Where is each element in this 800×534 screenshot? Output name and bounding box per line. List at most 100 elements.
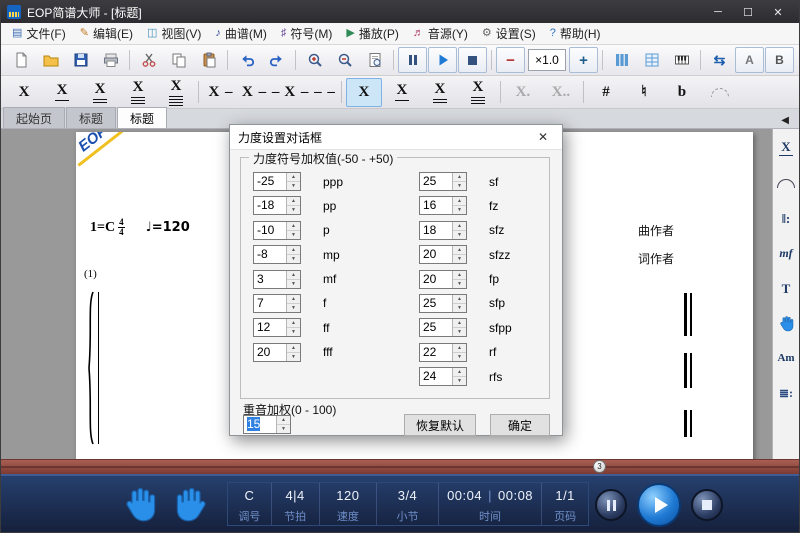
zoom-in-button[interactable] (300, 47, 329, 73)
note-symbol-button-12[interactable]: X (422, 78, 458, 107)
collapse-panel-arrow-icon[interactable]: ◀ (773, 115, 797, 128)
menu-playback[interactable]: ▶播放(P) (339, 23, 405, 44)
new-button[interactable] (6, 47, 35, 73)
spinner-f-up[interactable]: ▲ (287, 295, 300, 304)
note-symbol-button-13[interactable]: X (460, 78, 496, 107)
spinner-sf-up[interactable]: ▲ (453, 173, 466, 182)
slur-tool[interactable] (775, 172, 797, 194)
menu-symbol[interactable]: ♯符号(M) (274, 23, 340, 44)
note-symbol-button-18[interactable]: # (588, 78, 624, 107)
spinner-ff-value[interactable]: 12 (254, 319, 286, 336)
spinner-sfz-value[interactable]: 18 (420, 222, 452, 239)
column-view-button[interactable] (607, 47, 636, 73)
note-symbol-button-20[interactable]: b (664, 78, 700, 107)
accent-spinner-down[interactable]: ▼ (277, 425, 290, 433)
menu-sound-source[interactable]: ♬音源(Y) (406, 23, 475, 44)
note-symbol-button-1[interactable]: X (44, 78, 80, 107)
zoom-decrease-button[interactable]: − (496, 47, 525, 73)
menu-file[interactable]: ▤文件(F) (5, 23, 73, 44)
spinner-ppp-down[interactable]: ▼ (287, 182, 300, 190)
spinner-rf-up[interactable]: ▲ (453, 344, 466, 353)
zoom-increase-button[interactable]: + (569, 47, 598, 73)
close-button[interactable]: ✕ (763, 1, 793, 23)
note-symbol-button-0[interactable]: X (6, 78, 42, 107)
spinner-ppp-value[interactable]: -25 (254, 173, 286, 190)
spinner-fz-value[interactable]: 16 (420, 197, 452, 214)
swap-tracks-button[interactable]: ⇆ (705, 47, 734, 73)
lyrics-tool[interactable]: ≣: (775, 382, 797, 404)
spinner-mf-up[interactable]: ▲ (287, 271, 300, 280)
b-mode-button[interactable]: B (765, 47, 794, 73)
tab-2-active[interactable]: 标题 (117, 107, 167, 128)
minimize-button[interactable]: ─ (703, 1, 733, 23)
spinner-ppp-up[interactable]: ▲ (287, 173, 300, 182)
spinner-fff-value[interactable]: 20 (254, 344, 286, 361)
spinner-sfzz-down[interactable]: ▼ (453, 255, 466, 263)
spinner-mp-up[interactable]: ▲ (287, 246, 300, 255)
zoom-level-display[interactable]: ×1.0 (528, 49, 566, 71)
spinner-p-value[interactable]: -10 (254, 222, 286, 239)
pause-button[interactable] (595, 489, 627, 521)
dynamics-tool[interactable]: mf (775, 242, 797, 264)
zoom-out-button[interactable] (330, 47, 359, 73)
note-tool[interactable]: X (775, 137, 797, 159)
right-hand-toggle[interactable] (175, 485, 211, 523)
spinner-ff-up[interactable]: ▲ (287, 319, 300, 328)
spinner-mp-value[interactable]: -8 (254, 246, 286, 263)
undo-button[interactable] (232, 47, 261, 73)
note-symbol-button-2[interactable]: X (82, 78, 118, 107)
spinner-sfzz-up[interactable]: ▲ (453, 246, 466, 255)
note-symbol-button-16[interactable]: X.. (543, 78, 579, 107)
note-symbol-button-10[interactable]: X (346, 78, 382, 107)
menu-settings[interactable]: ⚙设置(S) (475, 23, 543, 44)
spinner-p-up[interactable]: ▲ (287, 222, 300, 231)
spinner-fp-value[interactable]: 20 (420, 271, 452, 288)
hand-fingering-tool[interactable] (775, 312, 797, 334)
stop-button[interactable] (691, 489, 723, 521)
spinner-sfp-value[interactable]: 25 (420, 295, 452, 312)
note-symbol-button-4[interactable]: X (158, 78, 194, 107)
redo-button[interactable] (262, 47, 291, 73)
spinner-rf-down[interactable]: ▼ (453, 353, 466, 361)
paste-button[interactable] (194, 47, 223, 73)
note-symbol-button-19[interactable]: ♮ (626, 78, 662, 107)
repeat-barline-tool[interactable]: ‖: (775, 207, 797, 229)
note-symbol-button-6[interactable]: X – (203, 78, 239, 107)
spinner-sfpp-down[interactable]: ▼ (453, 328, 466, 336)
measure-position-slider[interactable]: 3 (1, 459, 799, 474)
spinner-sfz-down[interactable]: ▼ (453, 231, 466, 239)
spinner-rfs-up[interactable]: ▲ (453, 368, 466, 377)
spinner-sfp-down[interactable]: ▼ (453, 304, 466, 312)
spinner-mf-down[interactable]: ▼ (287, 280, 300, 288)
spinner-sfz-up[interactable]: ▲ (453, 222, 466, 231)
spinner-pp-down[interactable]: ▼ (287, 206, 300, 214)
cut-button[interactable] (134, 47, 163, 73)
copy-button[interactable] (164, 47, 193, 73)
pause-button-toolbar[interactable] (398, 47, 427, 73)
spinner-rfs-value[interactable]: 24 (420, 368, 452, 385)
slider-thumb[interactable]: 3 (593, 460, 606, 473)
note-symbol-button-7[interactable]: X – – (241, 78, 281, 107)
menu-view[interactable]: ◫视图(V) (140, 23, 208, 44)
spinner-sfpp-up[interactable]: ▲ (453, 319, 466, 328)
left-hand-toggle[interactable] (121, 485, 157, 523)
ok-button[interactable]: 确定 (490, 414, 550, 436)
spinner-sfpp-value[interactable]: 25 (420, 319, 452, 336)
tab-1[interactable]: 标题 (66, 107, 116, 128)
note-symbol-button-8[interactable]: X – – – (283, 78, 337, 107)
spinner-rf-value[interactable]: 22 (420, 344, 452, 361)
save-button[interactable] (66, 47, 95, 73)
spinner-fff-up[interactable]: ▲ (287, 344, 300, 353)
a-mode-button[interactable]: A (735, 47, 764, 73)
spinner-f-value[interactable]: 7 (254, 295, 286, 312)
page-preview-button[interactable] (360, 47, 389, 73)
spinner-p-down[interactable]: ▼ (287, 231, 300, 239)
spinner-sf-value[interactable]: 25 (420, 173, 452, 190)
menu-help[interactable]: ?帮助(H) (543, 23, 608, 44)
spinner-sfp-up[interactable]: ▲ (453, 295, 466, 304)
spinner-f-down[interactable]: ▼ (287, 304, 300, 312)
spinner-sfzz-value[interactable]: 20 (420, 246, 452, 263)
spinner-fz-up[interactable]: ▲ (453, 197, 466, 206)
menu-score[interactable]: ♪曲谱(M) (208, 23, 274, 44)
menu-edit[interactable]: ✎编辑(E) (73, 23, 140, 44)
